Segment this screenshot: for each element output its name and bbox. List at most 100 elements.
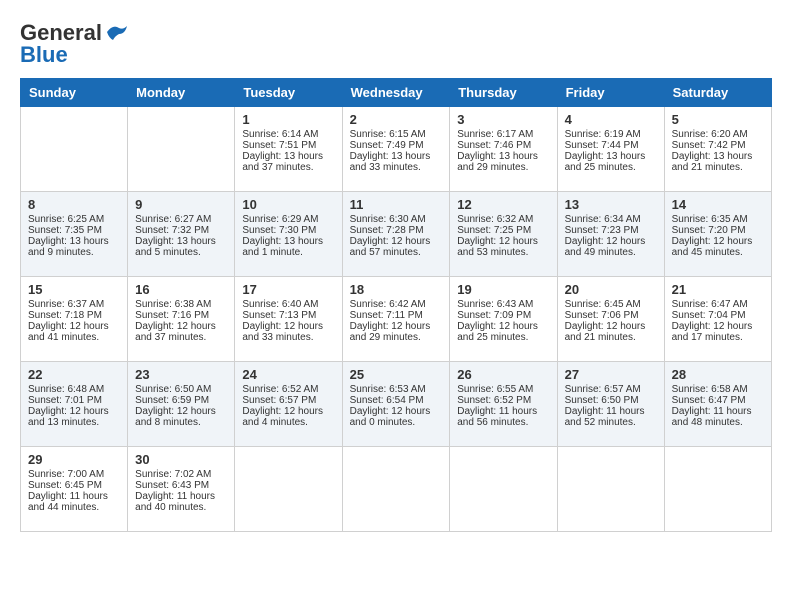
sunset: Sunset: 7:23 PM (565, 225, 639, 236)
sunrise: Sunrise: 6:42 AM (350, 299, 426, 310)
sunset: Sunset: 6:45 PM (28, 480, 102, 491)
sunset: Sunset: 7:28 PM (350, 225, 424, 236)
empty-cell (235, 447, 342, 532)
sunrise: Sunrise: 6:53 AM (350, 384, 426, 395)
day-number: 23 (135, 367, 227, 382)
day-cell-22: 22Sunrise: 6:48 AMSunset: 7:01 PMDayligh… (21, 362, 128, 447)
daylight: Daylight: 13 hours and 33 minutes. (350, 151, 431, 173)
daylight: Daylight: 11 hours and 56 minutes. (457, 406, 537, 428)
sunset: Sunset: 7:49 PM (350, 140, 424, 151)
sunrise: Sunrise: 6:55 AM (457, 384, 533, 395)
sunrise: Sunrise: 6:47 AM (672, 299, 748, 310)
sunrise: Sunrise: 6:15 AM (350, 129, 426, 140)
empty-cell (664, 447, 771, 532)
sunrise: Sunrise: 7:02 AM (135, 469, 211, 480)
sunrise: Sunrise: 6:32 AM (457, 214, 533, 225)
day-number: 26 (457, 367, 549, 382)
daylight: Daylight: 12 hours and 37 minutes. (135, 321, 216, 343)
daylight: Daylight: 13 hours and 25 minutes. (565, 151, 646, 173)
calendar-header-row: SundayMondayTuesdayWednesdayThursdayFrid… (21, 79, 772, 107)
sunset: Sunset: 6:54 PM (350, 395, 424, 406)
sunrise: Sunrise: 6:40 AM (242, 299, 318, 310)
daylight: Daylight: 13 hours and 21 minutes. (672, 151, 753, 173)
sunrise: Sunrise: 6:58 AM (672, 384, 748, 395)
sunset: Sunset: 7:20 PM (672, 225, 746, 236)
daylight: Daylight: 12 hours and 45 minutes. (672, 236, 753, 258)
day-cell-29: 29Sunrise: 7:00 AMSunset: 6:45 PMDayligh… (21, 447, 128, 532)
daylight: Daylight: 11 hours and 48 minutes. (672, 406, 752, 428)
sunset: Sunset: 7:09 PM (457, 310, 531, 321)
daylight: Daylight: 12 hours and 41 minutes. (28, 321, 109, 343)
day-number: 4 (565, 112, 657, 127)
logo: General Blue (20, 20, 127, 68)
daylight: Daylight: 12 hours and 0 minutes. (350, 406, 431, 428)
day-cell-1: 1Sunrise: 6:14 AMSunset: 7:51 PMDaylight… (235, 107, 342, 192)
sunset: Sunset: 7:44 PM (565, 140, 639, 151)
daylight: Daylight: 11 hours and 52 minutes. (565, 406, 645, 428)
sunrise: Sunrise: 6:37 AM (28, 299, 104, 310)
sunrise: Sunrise: 6:50 AM (135, 384, 211, 395)
sunset: Sunset: 7:04 PM (672, 310, 746, 321)
empty-cell (557, 447, 664, 532)
sunrise: Sunrise: 6:19 AM (565, 129, 641, 140)
day-number: 28 (672, 367, 764, 382)
daylight: Daylight: 12 hours and 21 minutes. (565, 321, 646, 343)
daylight: Daylight: 12 hours and 29 minutes. (350, 321, 431, 343)
sunset: Sunset: 7:13 PM (242, 310, 316, 321)
day-cell-15: 15Sunrise: 6:37 AMSunset: 7:18 PMDayligh… (21, 277, 128, 362)
day-cell-17: 17Sunrise: 6:40 AMSunset: 7:13 PMDayligh… (235, 277, 342, 362)
day-header-tuesday: Tuesday (235, 79, 342, 107)
day-cell-10: 10Sunrise: 6:29 AMSunset: 7:30 PMDayligh… (235, 192, 342, 277)
sunrise: Sunrise: 6:48 AM (28, 384, 104, 395)
day-number: 5 (672, 112, 764, 127)
sunrise: Sunrise: 6:20 AM (672, 129, 748, 140)
week-row-1: 1Sunrise: 6:14 AMSunset: 7:51 PMDaylight… (21, 107, 772, 192)
day-cell-23: 23Sunrise: 6:50 AMSunset: 6:59 PMDayligh… (128, 362, 235, 447)
sunrise: Sunrise: 6:14 AM (242, 129, 318, 140)
daylight: Daylight: 12 hours and 8 minutes. (135, 406, 216, 428)
day-number: 15 (28, 282, 120, 297)
day-cell-19: 19Sunrise: 6:43 AMSunset: 7:09 PMDayligh… (450, 277, 557, 362)
sunrise: Sunrise: 6:38 AM (135, 299, 211, 310)
sunrise: Sunrise: 6:17 AM (457, 129, 533, 140)
day-header-wednesday: Wednesday (342, 79, 450, 107)
day-number: 25 (350, 367, 443, 382)
sunset: Sunset: 7:32 PM (135, 225, 209, 236)
day-number: 2 (350, 112, 443, 127)
sunrise: Sunrise: 6:30 AM (350, 214, 426, 225)
empty-cell (128, 107, 235, 192)
day-cell-18: 18Sunrise: 6:42 AMSunset: 7:11 PMDayligh… (342, 277, 450, 362)
sunset: Sunset: 7:01 PM (28, 395, 102, 406)
sunrise: Sunrise: 7:00 AM (28, 469, 104, 480)
sunset: Sunset: 7:42 PM (672, 140, 746, 151)
day-number: 24 (242, 367, 334, 382)
daylight: Daylight: 12 hours and 53 minutes. (457, 236, 538, 258)
day-cell-3: 3Sunrise: 6:17 AMSunset: 7:46 PMDaylight… (450, 107, 557, 192)
daylight: Daylight: 13 hours and 9 minutes. (28, 236, 109, 258)
sunrise: Sunrise: 6:35 AM (672, 214, 748, 225)
day-header-friday: Friday (557, 79, 664, 107)
day-cell-21: 21Sunrise: 6:47 AMSunset: 7:04 PMDayligh… (664, 277, 771, 362)
daylight: Daylight: 13 hours and 5 minutes. (135, 236, 216, 258)
day-number: 9 (135, 197, 227, 212)
daylight: Daylight: 12 hours and 49 minutes. (565, 236, 646, 258)
calendar: SundayMondayTuesdayWednesdayThursdayFrid… (20, 78, 772, 532)
day-number: 12 (457, 197, 549, 212)
daylight: Daylight: 13 hours and 29 minutes. (457, 151, 538, 173)
daylight: Daylight: 13 hours and 37 minutes. (242, 151, 323, 173)
week-row-5: 29Sunrise: 7:00 AMSunset: 6:45 PMDayligh… (21, 447, 772, 532)
day-number: 22 (28, 367, 120, 382)
sunset: Sunset: 7:30 PM (242, 225, 316, 236)
sunset: Sunset: 6:52 PM (457, 395, 531, 406)
sunrise: Sunrise: 6:34 AM (565, 214, 641, 225)
sunset: Sunset: 6:43 PM (135, 480, 209, 491)
sunset: Sunset: 7:11 PM (350, 310, 423, 321)
day-cell-12: 12Sunrise: 6:32 AMSunset: 7:25 PMDayligh… (450, 192, 557, 277)
daylight: Daylight: 12 hours and 57 minutes. (350, 236, 431, 258)
day-cell-2: 2 Sunrise: 6:15 AMSunset: 7:49 PMDaylight… (342, 107, 450, 192)
sunset: Sunset: 7:16 PM (135, 310, 209, 321)
sunset: Sunset: 6:50 PM (565, 395, 639, 406)
day-number: 11 (350, 197, 443, 212)
sunrise: Sunrise: 6:29 AM (242, 214, 318, 225)
daylight: Daylight: 12 hours and 25 minutes. (457, 321, 538, 343)
